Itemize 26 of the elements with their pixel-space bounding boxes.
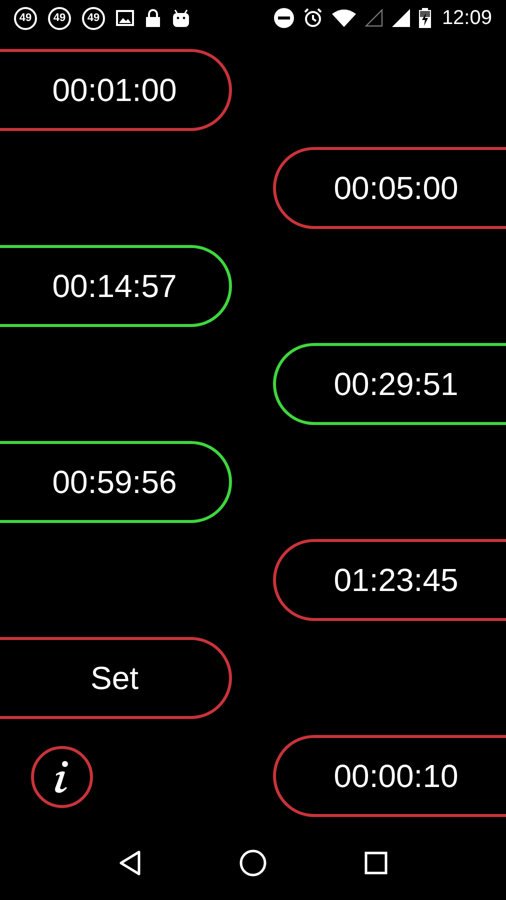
notification-badge: 49	[82, 6, 105, 30]
timer-button[interactable]: Set	[0, 637, 232, 719]
clock-time: 12:09	[442, 6, 492, 31]
timer-button[interactable]: 00:29:51	[273, 343, 506, 425]
signal-icon	[364, 9, 383, 27]
android-icon	[172, 8, 190, 28]
wifi-icon	[332, 9, 356, 27]
info-icon	[53, 760, 71, 794]
home-icon[interactable]	[238, 848, 267, 876]
notification-badge: 49	[48, 6, 71, 30]
signal-icon	[392, 9, 410, 27]
timer-button[interactable]: 00:14:57	[0, 245, 232, 327]
back-icon[interactable]	[118, 850, 142, 876]
notification-badge: 49	[14, 6, 37, 30]
image-icon	[116, 10, 134, 26]
timer-button[interactable]: 01:23:45	[273, 539, 506, 621]
timer-button[interactable]: 00:00:10	[273, 735, 506, 817]
info-button[interactable]	[31, 746, 93, 808]
timer-button[interactable]: 00:05:00	[273, 147, 506, 229]
timer-button[interactable]: 00:01:00	[0, 49, 232, 131]
battery-charging-icon	[418, 8, 431, 28]
lock-icon	[145, 8, 161, 28]
timer-button[interactable]: 00:59:56	[0, 441, 232, 523]
do-not-disturb-icon	[274, 8, 294, 28]
recents-icon[interactable]	[364, 850, 388, 874]
alarm-icon	[302, 8, 323, 28]
